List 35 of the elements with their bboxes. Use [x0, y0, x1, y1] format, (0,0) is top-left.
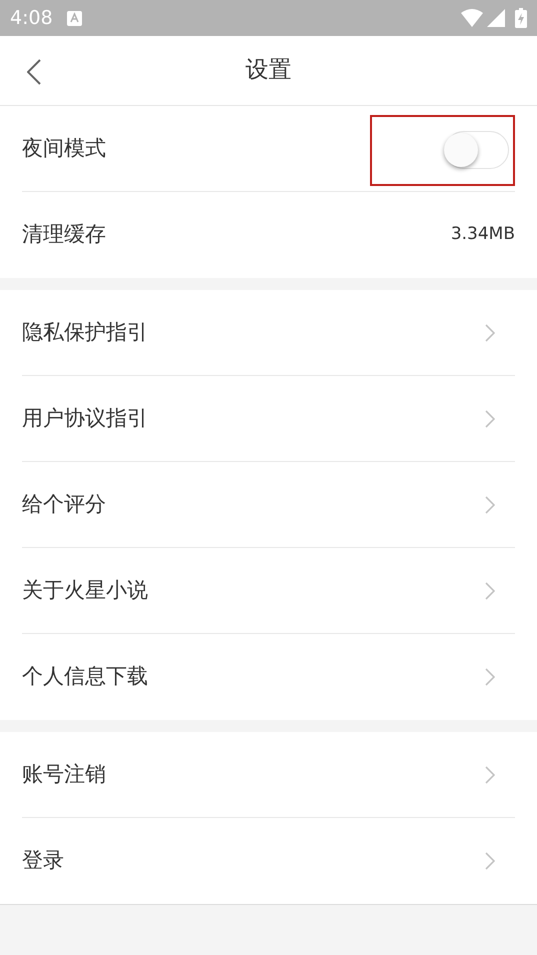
page-title: 设置 [246, 56, 292, 86]
wifi-icon [461, 9, 483, 27]
setting-label: 清理缓存 [22, 221, 106, 248]
setting-label: 隐私保护指引 [22, 319, 148, 346]
battery-charging-icon [515, 8, 527, 28]
toggle-switch[interactable] [445, 131, 509, 169]
switch-thumb [444, 133, 478, 167]
chevron-right-icon [485, 668, 495, 686]
keyboard-notification-icon [66, 10, 82, 26]
settings-row[interactable]: 个人信息下载 [22, 634, 515, 720]
back-icon [27, 59, 41, 85]
settings-row[interactable]: 关于火星小说 [22, 548, 515, 634]
setting-label: 夜间模式 [22, 135, 106, 162]
settings-row[interactable]: 隐私保护指引 [22, 290, 515, 376]
chevron-right-icon [485, 496, 495, 514]
setting-label: 用户协议指引 [22, 405, 148, 432]
setting-label: 登录 [22, 847, 64, 874]
setting-label: 给个评分 [22, 491, 106, 518]
chevron-right-icon [485, 324, 495, 342]
chevron-right-icon [485, 582, 495, 600]
settings-row[interactable]: 用户协议指引 [22, 376, 515, 462]
signal-icon [487, 9, 505, 27]
cache-size: 3.34MB [450, 223, 515, 246]
settings-row[interactable]: 登录 [22, 818, 515, 904]
chevron-right-icon [485, 410, 495, 428]
setting-label: 个人信息下载 [22, 663, 148, 690]
chevron-right-icon [485, 852, 495, 870]
chevron-right-icon [485, 766, 495, 784]
status-time: 4:08 [10, 6, 53, 31]
settings-row[interactable]: 夜间模式 [22, 106, 515, 192]
setting-label: 关于火星小说 [22, 577, 148, 604]
settings-row[interactable]: 给个评分 [22, 462, 515, 548]
settings-row[interactable]: 账号注销 [22, 732, 515, 818]
setting-label: 账号注销 [22, 761, 106, 788]
settings-row[interactable]: 清理缓存 3.34MB [22, 192, 515, 278]
